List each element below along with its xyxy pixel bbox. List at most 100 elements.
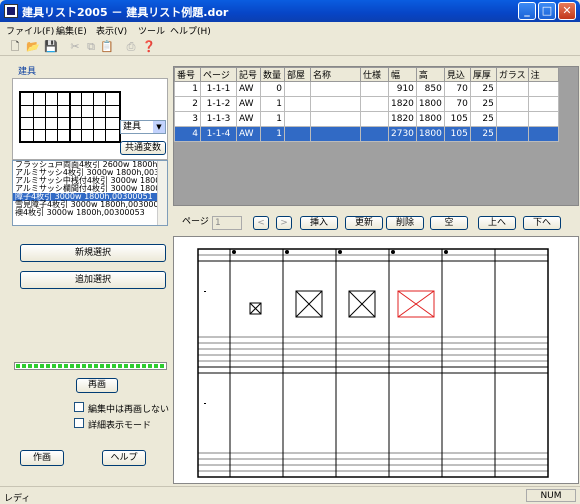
table-cell[interactable]: 1	[260, 96, 285, 112]
table-cell[interactable]	[284, 111, 311, 127]
table-cell[interactable]: 1	[260, 111, 285, 127]
col-page[interactable]: ページ	[200, 67, 237, 82]
draw-button[interactable]: 作画	[20, 450, 64, 466]
table-row[interactable]: 4 1-1-4 AW 1 2730 1800 105 25	[174, 126, 559, 142]
table-cell[interactable]	[310, 81, 361, 97]
table-cell[interactable]	[495, 96, 529, 112]
redraw-button[interactable]: 再画	[76, 378, 118, 393]
table-cell[interactable]: 105	[443, 111, 471, 127]
col-height[interactable]: 高	[415, 67, 445, 82]
table-cell[interactable]: 3	[174, 111, 201, 127]
table-cell[interactable]	[284, 96, 311, 112]
new-select-button[interactable]: 新規選択	[20, 244, 166, 262]
table-cell[interactable]	[527, 126, 559, 142]
copy-icon[interactable]: ⧉	[84, 40, 98, 54]
table-cell[interactable]: 910	[388, 81, 417, 97]
update-button[interactable]: 更新	[345, 216, 383, 230]
table-cell[interactable]: 1800	[415, 96, 445, 112]
move-up-button[interactable]: 上へ	[478, 216, 516, 230]
move-down-button[interactable]: 下へ	[523, 216, 561, 230]
table-cell[interactable]	[360, 81, 389, 97]
table-cell[interactable]: 1-1-4	[200, 126, 237, 142]
col-spec[interactable]: 仕様	[360, 67, 389, 82]
col-thickness[interactable]: 厚厚	[469, 67, 497, 82]
table-cell[interactable]	[360, 96, 389, 112]
maximize-button[interactable]: □	[538, 2, 556, 20]
table-cell[interactable]: 105	[443, 126, 471, 142]
table-cell[interactable]: AW	[236, 96, 261, 112]
no-redraw-checkbox[interactable]	[74, 402, 84, 412]
table-cell[interactable]: 850	[415, 81, 445, 97]
table-cell[interactable]: 1800	[415, 111, 445, 127]
table-cell[interactable]	[310, 126, 361, 142]
blank-button[interactable]: 空	[430, 216, 468, 230]
table-cell[interactable]: 70	[443, 96, 471, 112]
menu-tools[interactable]: ツール	[138, 24, 165, 37]
table-cell[interactable]: 70	[443, 81, 471, 97]
list-scrollbar[interactable]	[157, 161, 167, 225]
table-cell[interactable]: 25	[469, 81, 497, 97]
table-cell[interactable]: 25	[469, 96, 497, 112]
next-page-button[interactable]: >	[276, 216, 292, 230]
table-cell[interactable]	[495, 126, 529, 142]
help-icon[interactable]: ❓	[142, 40, 156, 54]
common-change-button[interactable]: 共通変数	[120, 141, 166, 155]
table-cell[interactable]	[284, 126, 311, 142]
col-number[interactable]: 番号	[174, 67, 201, 82]
table-cell[interactable]: 25	[469, 111, 497, 127]
col-note[interactable]: 注	[527, 67, 559, 82]
table-row[interactable]: 3 1-1-3 AW 1 1820 1800 105 25	[174, 111, 559, 127]
table-cell[interactable]: 1-1-3	[200, 111, 237, 127]
table-cell[interactable]: 1	[260, 126, 285, 142]
new-icon[interactable]: 🗋	[8, 40, 22, 54]
col-room[interactable]: 部屋	[284, 67, 311, 82]
table-cell[interactable]	[527, 96, 559, 112]
open-icon[interactable]: 📂	[26, 40, 40, 54]
door-type-list[interactable]: フラッシュ戸両面4枚引 2600w 1800h,l アルミサッシ4枚引 3000…	[12, 160, 168, 226]
type-select[interactable]: 建具 ▼	[120, 120, 166, 134]
insert-button[interactable]: 挿入	[300, 216, 338, 230]
table-cell[interactable]: AW	[236, 81, 261, 97]
table-cell[interactable]: 2730	[388, 126, 417, 142]
table-cell[interactable]: 1-1-1	[200, 81, 237, 97]
table-cell[interactable]: AW	[236, 126, 261, 142]
table-cell[interactable]	[495, 81, 529, 97]
drawing-canvas[interactable]	[173, 236, 579, 484]
table-cell[interactable]	[360, 126, 389, 142]
delete-button[interactable]: 削除	[386, 216, 424, 230]
menu-view[interactable]: 表示(V)	[96, 24, 127, 37]
table-cell[interactable]: AW	[236, 111, 261, 127]
table-cell[interactable]	[310, 111, 361, 127]
help-button[interactable]: ヘルプ	[102, 450, 146, 466]
page-field[interactable]: 1	[212, 216, 242, 230]
table-cell[interactable]: 4	[174, 126, 201, 142]
list-item[interactable]: 襖4枚引 3000w 1800h,00300053	[13, 209, 167, 217]
col-width[interactable]: 幅	[388, 67, 417, 82]
col-symbol[interactable]: 記号	[236, 67, 261, 82]
add-select-button[interactable]: 追加選択	[20, 271, 166, 289]
table-cell[interactable]	[284, 81, 311, 97]
table-cell[interactable]	[527, 111, 559, 127]
minimize-button[interactable]: _	[518, 2, 536, 20]
save-icon[interactable]: 💾	[44, 40, 58, 54]
menu-help[interactable]: ヘルプ(H)	[170, 24, 211, 37]
print-icon[interactable]: ⎙	[124, 40, 138, 54]
cut-icon[interactable]: ✂	[68, 40, 82, 54]
prev-page-button[interactable]: <	[253, 216, 269, 230]
chevron-down-icon[interactable]: ▼	[153, 121, 165, 133]
table-cell[interactable]: 1-1-2	[200, 96, 237, 112]
col-depth[interactable]: 見込	[443, 67, 471, 82]
table-cell[interactable]	[495, 111, 529, 127]
col-name[interactable]: 名称	[310, 67, 361, 82]
table-cell[interactable]: 1820	[388, 111, 417, 127]
paste-icon[interactable]: 📋	[100, 40, 114, 54]
table-cell[interactable]: 1800	[415, 126, 445, 142]
table-cell[interactable]: 0	[260, 81, 285, 97]
table-cell[interactable]: 25	[469, 126, 497, 142]
table-cell[interactable]	[310, 96, 361, 112]
close-button[interactable]: ✕	[558, 2, 576, 20]
col-glass[interactable]: ガラス	[495, 67, 529, 82]
table-row[interactable]: 2 1-1-2 AW 1 1820 1800 70 25	[174, 96, 559, 112]
menu-file[interactable]: ファイル(F)	[6, 24, 54, 37]
table-cell[interactable]	[527, 81, 559, 97]
